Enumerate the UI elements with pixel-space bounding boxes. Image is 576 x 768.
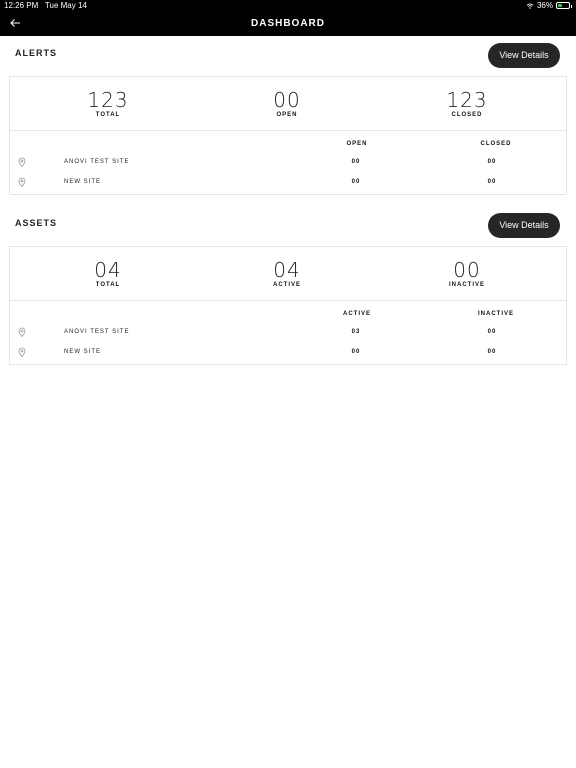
assets-stat-inactive: 00 INACTIVE xyxy=(448,258,485,288)
inactive-count: 00 xyxy=(487,329,497,335)
alerts-stat-open: 00 OPEN xyxy=(273,88,301,118)
inactive-count: 00 xyxy=(487,349,497,355)
status-right: 36% xyxy=(526,1,572,10)
closed-count: 00 xyxy=(487,159,497,165)
assets-view-details-button[interactable]: View Details xyxy=(488,213,560,238)
battery-percent: 36% xyxy=(536,1,553,10)
assets-stats: 04 TOTAL 04 ACTIVE 00 INACTIVE xyxy=(10,247,566,301)
assets-stat-total: 04 TOTAL xyxy=(94,258,122,288)
battery-icon xyxy=(556,2,572,9)
table-row[interactable]: ANOVI TEST SITE 00 00 xyxy=(10,155,566,175)
location-pin-icon xyxy=(18,157,26,167)
active-count: 00 xyxy=(351,349,361,355)
nav-bar: DASHBOARD xyxy=(0,12,576,36)
alerts-site-table: OPEN CLOSED ANOVI TEST SITE 00 00 NEW SI… xyxy=(10,131,566,194)
table-row[interactable]: NEW SITE 00 00 xyxy=(10,345,566,365)
alerts-stat-closed: 123 CLOSED xyxy=(446,88,488,118)
status-time: 12:26 PM Tue May 14 xyxy=(4,1,87,10)
status-bar: 12:26 PM Tue May 14 36% xyxy=(0,0,576,12)
assets-card: 04 TOTAL 04 ACTIVE 00 INACTIVE ACTIVE IN… xyxy=(9,246,567,365)
active-count: 03 xyxy=(351,329,361,335)
column-header-open: OPEN xyxy=(346,141,368,147)
assets-section: ASSETS View Details 04 TOTAL 04 ACTIVE 0… xyxy=(0,206,576,365)
alerts-section: ALERTS View Details 123 TOTAL 00 OPEN 12… xyxy=(0,36,576,195)
alerts-stats: 123 TOTAL 00 OPEN 123 CLOSED xyxy=(10,77,566,131)
page-title: DASHBOARD xyxy=(251,18,325,29)
location-pin-icon xyxy=(18,347,26,357)
table-row[interactable]: NEW SITE 00 00 xyxy=(10,175,566,195)
site-name: ANOVI TEST SITE xyxy=(64,329,130,335)
assets-site-table: ACTIVE INACTIVE ANOVI TEST SITE 03 00 NE… xyxy=(10,301,566,364)
site-name: NEW SITE xyxy=(64,349,102,355)
column-header-closed: CLOSED xyxy=(480,141,512,147)
site-name: NEW SITE xyxy=(64,179,102,185)
location-pin-icon xyxy=(18,177,26,187)
assets-stat-active: 04 ACTIVE xyxy=(272,258,301,288)
open-count: 00 xyxy=(351,159,361,165)
location-pin-icon xyxy=(18,327,26,337)
alerts-title: ALERTS xyxy=(15,48,57,58)
column-header-inactive: INACTIVE xyxy=(477,311,514,317)
alerts-card: 123 TOTAL 00 OPEN 123 CLOSED OPEN CLOSED… xyxy=(9,76,567,195)
wifi-icon xyxy=(526,2,534,9)
site-name: ANOVI TEST SITE xyxy=(64,159,130,165)
column-header-active: ACTIVE xyxy=(342,311,371,317)
alerts-stat-total: 123 TOTAL xyxy=(87,88,129,118)
table-row[interactable]: ANOVI TEST SITE 03 00 xyxy=(10,325,566,345)
closed-count: 00 xyxy=(487,179,497,185)
alerts-view-details-button[interactable]: View Details xyxy=(488,43,560,68)
assets-title: ASSETS xyxy=(15,218,58,228)
open-count: 00 xyxy=(351,179,361,185)
